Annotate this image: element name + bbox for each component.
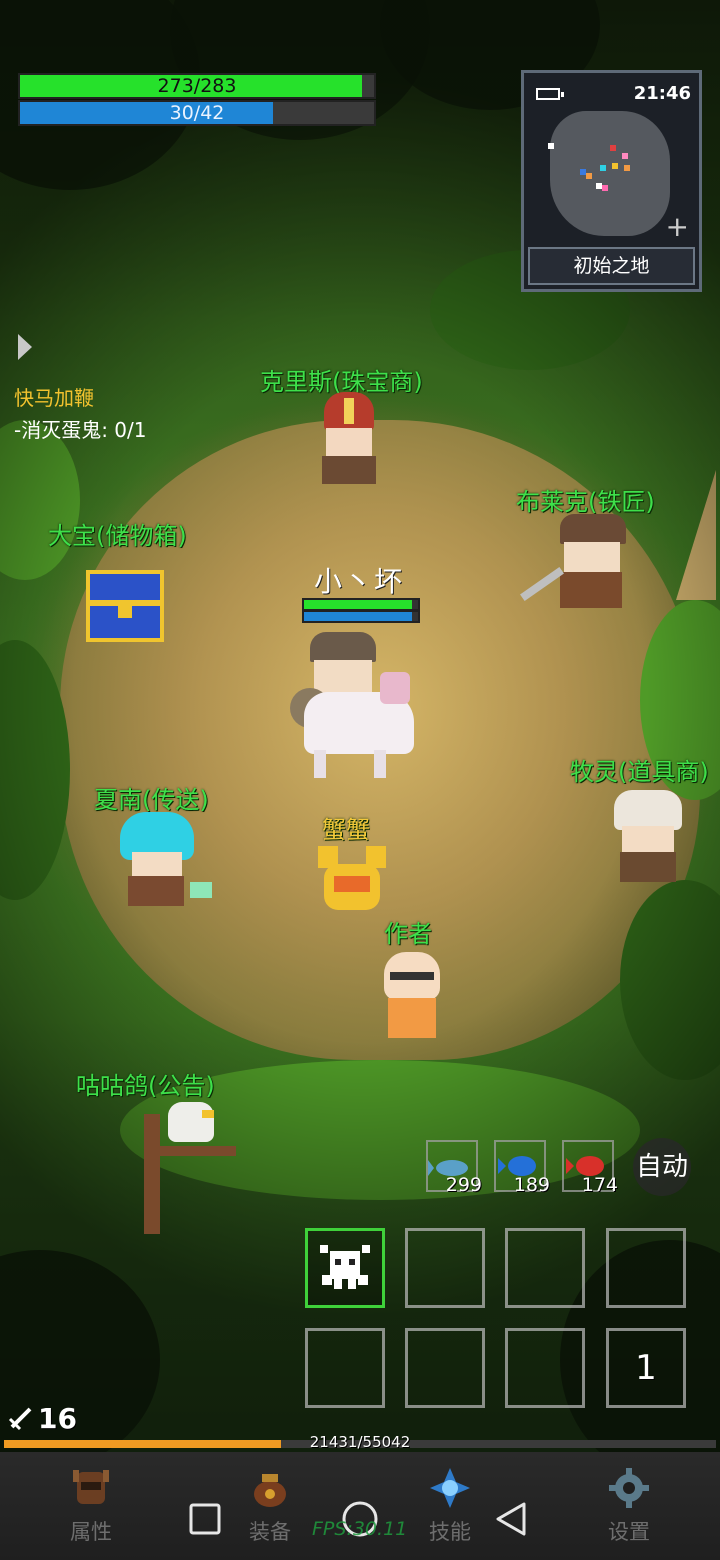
npc-item-shop[interactable] — [612, 790, 684, 886]
quest-objective: -消灭蛋鬼: 0/1 — [14, 418, 147, 442]
nav-settings[interactable]: 设置 — [584, 1466, 674, 1546]
npc-name-item-shop: 牧灵(道具商) — [570, 758, 709, 786]
nav-equipment[interactable]: 装备 — [225, 1466, 315, 1546]
minimap-dot — [612, 163, 618, 169]
minimap-dot — [586, 173, 592, 179]
minimap-area — [550, 111, 670, 236]
plus-icon[interactable]: + — [666, 213, 689, 241]
skill-slot-8[interactable]: 1 — [606, 1328, 686, 1408]
sword-icon — [8, 1407, 32, 1431]
minimap-dot — [622, 153, 628, 159]
item-slot-blue-fish[interactable]: 189 — [494, 1140, 550, 1196]
minimap-clock: 21:46 — [633, 83, 691, 104]
skill-slot-5[interactable] — [305, 1328, 385, 1408]
player-mp-bar — [302, 610, 420, 623]
npc-name-blacksmith: 布莱克(铁匠) — [516, 488, 655, 516]
skill-slot-7[interactable] — [505, 1328, 585, 1408]
npc-name-storage: 大宝(储物箱) — [48, 522, 187, 550]
minimap-dot — [600, 165, 606, 171]
nav-skills[interactable]: 技能 — [405, 1466, 495, 1546]
nav-label: 装备 — [249, 1520, 291, 1544]
npc-announcement-pigeon[interactable] — [138, 1098, 238, 1236]
item-slot-fish[interactable]: 299 — [426, 1140, 482, 1196]
skill-slot-6[interactable] — [405, 1328, 485, 1408]
mp-text: 30/42 — [169, 102, 225, 124]
minimap-dot — [610, 145, 616, 151]
nav-label: 属性 — [70, 1520, 112, 1544]
skill-slot-4[interactable] — [606, 1228, 686, 1308]
skill-slot-count: 1 — [635, 1348, 657, 1388]
skill-slot-1[interactable] — [305, 1228, 385, 1308]
nav-label: 设置 — [608, 1520, 650, 1544]
exp-text: 21431/55042 — [309, 1433, 411, 1451]
triangle-right-icon[interactable] — [18, 334, 32, 360]
item-slot-red-fish[interactable]: 174 — [562, 1140, 618, 1196]
monster-skill-icon — [320, 1245, 370, 1289]
bag-icon — [254, 1474, 286, 1507]
item-count: 189 — [513, 1174, 550, 1196]
recent-apps-icon[interactable] — [188, 1500, 224, 1540]
npc-teleport[interactable] — [116, 812, 216, 912]
hp-text: 273/283 — [157, 75, 237, 97]
level-value: 16 — [38, 1402, 77, 1435]
npc-author[interactable] — [380, 952, 444, 1044]
item-count: 299 — [445, 1174, 482, 1196]
auto-button[interactable]: 自动 — [633, 1138, 691, 1196]
npc-name-announcement: 咕咕鸽(公告) — [76, 1072, 215, 1100]
back-icon[interactable] — [494, 1500, 530, 1540]
mp-bar: 30/42 — [18, 100, 376, 126]
npc-name-teleport: 夏南(传送) — [94, 786, 209, 814]
pet-crab[interactable] — [318, 846, 386, 918]
storage-chest[interactable] — [86, 570, 164, 642]
exp-bar: 21431/55042 — [4, 1433, 716, 1451]
npc-jeweler[interactable] — [314, 392, 384, 492]
player-name: 小丶坏 — [314, 565, 405, 598]
player-character[interactable] — [284, 632, 424, 780]
hp-bar: 273/283 — [18, 73, 376, 99]
minimap-location: 初始之地 — [528, 247, 695, 285]
minimap[interactable]: 21:46 + 初始之地 — [521, 70, 702, 292]
battery-icon — [536, 88, 564, 100]
pet-name: 蟹蟹 — [322, 816, 370, 844]
npc-name-author: 作者 — [384, 920, 432, 948]
minimap-dot — [602, 185, 608, 191]
skill-slot-3[interactable] — [505, 1228, 585, 1308]
player-level: 16 — [8, 1402, 77, 1435]
npc-blacksmith[interactable] — [516, 514, 646, 624]
fps-counter: FPS:30.11 — [312, 1518, 408, 1540]
nav-attributes[interactable]: 属性 — [46, 1466, 136, 1546]
minimap-dot — [624, 165, 630, 171]
minimap-dot — [548, 143, 554, 149]
quest-title[interactable]: 快马加鞭 — [14, 382, 94, 411]
skill-slot-2[interactable] — [405, 1228, 485, 1308]
star-gem-icon — [430, 1468, 470, 1508]
nav-label: 技能 — [429, 1520, 471, 1544]
item-count: 174 — [581, 1174, 618, 1196]
gear-icon — [609, 1468, 649, 1508]
helmet-icon — [73, 1470, 109, 1504]
